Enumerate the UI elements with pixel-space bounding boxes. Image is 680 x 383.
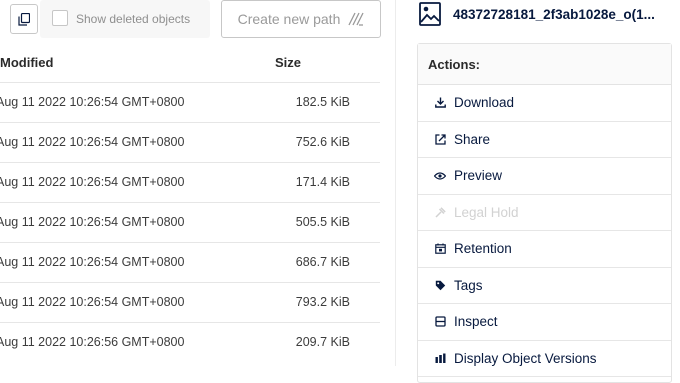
legal-hold-action[interactable]: Legal Hold xyxy=(418,194,671,231)
size-cell: 171.4 KiB xyxy=(295,175,350,189)
table-row[interactable]: Aug 11 2022 10:26:54 GMT+0800 752.6 KiB xyxy=(0,122,380,162)
calendar-icon xyxy=(434,243,446,255)
display-versions-action[interactable]: Display Object Versions xyxy=(418,340,671,377)
actions-title: Actions: xyxy=(418,44,671,85)
modified-cell: Aug 11 2022 10:26:54 GMT+0800 xyxy=(0,295,185,309)
inspect-icon xyxy=(434,316,446,328)
eye-icon xyxy=(434,170,446,182)
gavel-icon xyxy=(434,206,446,218)
inspect-action[interactable]: Inspect xyxy=(418,304,671,341)
column-header-modified[interactable]: Modified xyxy=(0,55,53,70)
modified-cell: Aug 11 2022 10:26:54 GMT+0800 xyxy=(0,95,185,109)
create-new-path-button[interactable]: Create new path xyxy=(221,0,381,38)
copy-button[interactable] xyxy=(10,4,38,34)
preview-label: Preview xyxy=(454,168,503,184)
table-row[interactable]: Aug 11 2022 10:26:54 GMT+0800 182.5 KiB xyxy=(0,82,380,122)
modified-cell: Aug 11 2022 10:26:54 GMT+0800 xyxy=(0,175,185,189)
panel-divider xyxy=(395,0,396,366)
retention-action[interactable]: Retention xyxy=(418,231,671,268)
inspect-label: Inspect xyxy=(454,314,498,330)
size-cell: 505.5 KiB xyxy=(295,215,350,229)
table-row[interactable]: Aug 11 2022 10:26:54 GMT+0800 505.5 KiB xyxy=(0,202,380,242)
table-row[interactable]: Aug 11 2022 10:26:54 GMT+0800 171.4 KiB xyxy=(0,162,380,202)
create-path-label: Create new path xyxy=(237,11,341,27)
download-label: Download xyxy=(454,95,515,111)
modified-cell: Aug 11 2022 10:26:54 GMT+0800 xyxy=(0,135,185,149)
modified-cell: Aug 11 2022 10:26:54 GMT+0800 xyxy=(0,255,185,269)
versions-icon xyxy=(434,352,446,364)
show-deleted-label[interactable]: Show deleted objects xyxy=(76,12,190,26)
tags-action[interactable]: Tags xyxy=(418,267,671,304)
download-action[interactable]: Download xyxy=(418,85,671,122)
download-icon xyxy=(434,97,446,109)
column-header-size[interactable]: Size xyxy=(275,55,301,70)
share-icon xyxy=(434,133,446,145)
retention-label: Retention xyxy=(454,241,512,257)
preview-action[interactable]: Preview xyxy=(418,158,671,195)
share-action[interactable]: Share xyxy=(418,121,671,158)
size-cell: 752.6 KiB xyxy=(295,135,350,149)
copy-icon xyxy=(18,12,30,26)
table-row[interactable]: Aug 11 2022 10:26:54 GMT+0800 686.7 KiB xyxy=(0,242,380,282)
share-label: Share xyxy=(454,131,491,147)
size-cell: 209.7 KiB xyxy=(295,335,350,349)
object-table: Aug 11 2022 10:26:54 GMT+0800 182.5 KiB … xyxy=(0,82,380,362)
tag-icon xyxy=(434,279,446,291)
modified-cell: Aug 11 2022 10:26:56 GMT+0800 xyxy=(0,335,185,349)
new-path-icon xyxy=(348,12,364,26)
show-deleted-checkbox[interactable] xyxy=(52,10,68,26)
tags-label: Tags xyxy=(454,277,483,293)
image-file-icon xyxy=(419,2,441,26)
table-row[interactable]: Aug 11 2022 10:26:56 GMT+0800 209.7 KiB xyxy=(0,322,380,362)
size-cell: 182.5 KiB xyxy=(295,95,350,109)
legal-hold-label: Legal Hold xyxy=(454,204,519,220)
display-versions-label: Display Object Versions xyxy=(454,350,597,366)
size-cell: 793.2 KiB xyxy=(295,295,350,309)
actions-panel: Actions: Download Share Preview Legal Ho… xyxy=(417,43,672,383)
table-row[interactable]: Aug 11 2022 10:26:54 GMT+0800 793.2 KiB xyxy=(0,282,380,322)
object-name: 48372728181_2f3ab1028e_o(1... xyxy=(453,7,655,22)
size-cell: 686.7 KiB xyxy=(295,255,350,269)
modified-cell: Aug 11 2022 10:26:54 GMT+0800 xyxy=(0,215,185,229)
